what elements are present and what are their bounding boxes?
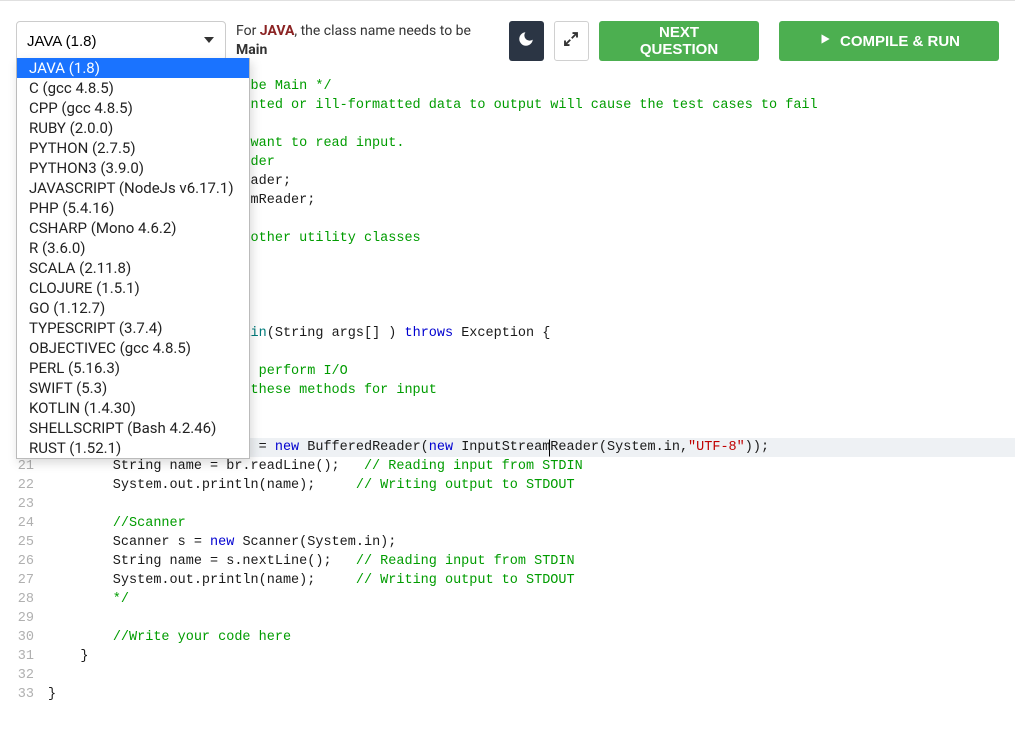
language-option[interactable]: KOTLIN (1.4.30)	[17, 398, 249, 418]
code-line[interactable]	[44, 609, 1015, 628]
play-icon	[818, 32, 832, 50]
code-line[interactable]: System.out.println(name); // Writing out…	[44, 476, 1015, 495]
code-line[interactable]: String name = s.nextLine(); // Reading i…	[44, 552, 1015, 571]
code-line[interactable]: }	[44, 685, 1015, 704]
language-option[interactable]: SCALA (2.11.8)	[17, 258, 249, 278]
language-option[interactable]: GO (1.12.7)	[17, 298, 249, 318]
language-option[interactable]: PYTHON (2.7.5)	[17, 138, 249, 158]
language-option[interactable]: CPP (gcc 4.8.5)	[17, 98, 249, 118]
theme-toggle-button[interactable]	[509, 21, 544, 61]
language-option[interactable]: C (gcc 4.8.5)	[17, 78, 249, 98]
language-option[interactable]: SWIFT (5.3)	[17, 378, 249, 398]
moon-icon	[517, 30, 535, 53]
language-option[interactable]: PERL (5.16.3)	[17, 358, 249, 378]
code-line[interactable]	[44, 666, 1015, 685]
class-name-hint: For JAVA, the class name needs to be Mai…	[236, 22, 471, 60]
language-option[interactable]: CSHARP (Mono 4.6.2)	[17, 218, 249, 238]
language-option[interactable]: TYPESCRIPT (3.7.4)	[17, 318, 249, 338]
language-option[interactable]: PYTHON3 (3.9.0)	[17, 158, 249, 178]
language-option[interactable]: RUST (1.52.1)	[17, 438, 249, 458]
language-select-wrap: JAVA (1.8)	[16, 21, 226, 61]
language-option[interactable]: CLOJURE (1.5.1)	[17, 278, 249, 298]
language-option[interactable]: JAVASCRIPT (NodeJs v6.17.1)	[17, 178, 249, 198]
line-number: 25	[0, 533, 34, 552]
language-option[interactable]: OBJECTIVEC (gcc 4.8.5)	[17, 338, 249, 358]
code-line[interactable]: //Write your code here	[44, 628, 1015, 647]
text-caret	[549, 439, 550, 456]
language-option[interactable]: R (3.6.0)	[17, 238, 249, 258]
line-number: 23	[0, 495, 34, 514]
language-option[interactable]: RUBY (2.0.0)	[17, 118, 249, 138]
expand-icon	[562, 30, 580, 53]
fullscreen-button[interactable]	[554, 21, 589, 61]
next-question-button[interactable]: NEXT QUESTION	[599, 21, 759, 61]
line-number: 22	[0, 476, 34, 495]
line-number: 30	[0, 628, 34, 647]
line-number: 27	[0, 571, 34, 590]
code-line[interactable]	[44, 495, 1015, 514]
line-number: 32	[0, 666, 34, 685]
line-number: 24	[0, 514, 34, 533]
code-line[interactable]: }	[44, 647, 1015, 666]
language-dropdown: JAVA (1.8)C (gcc 4.8.5)CPP (gcc 4.8.5)RU…	[16, 58, 250, 459]
line-number: 26	[0, 552, 34, 571]
compile-run-button[interactable]: COMPILE & RUN	[779, 21, 999, 61]
code-line[interactable]: //Scanner	[44, 514, 1015, 533]
line-number: 31	[0, 647, 34, 666]
code-line[interactable]: System.out.println(name); // Writing out…	[44, 571, 1015, 590]
language-option[interactable]: SHELLSCRIPT (Bash 4.2.46)	[17, 418, 249, 438]
line-number: 33	[0, 685, 34, 704]
language-select[interactable]: JAVA (1.8)	[16, 21, 226, 61]
line-number: 29	[0, 609, 34, 628]
line-number: 28	[0, 590, 34, 609]
code-line[interactable]: Scanner s = new Scanner(System.in);	[44, 533, 1015, 552]
code-line[interactable]: */	[44, 590, 1015, 609]
language-option[interactable]: JAVA (1.8)	[17, 58, 249, 78]
code-line[interactable]: String name = br.readLine(); // Reading …	[44, 457, 1015, 476]
language-option[interactable]: PHP (5.4.16)	[17, 198, 249, 218]
line-number: 21	[0, 457, 34, 476]
